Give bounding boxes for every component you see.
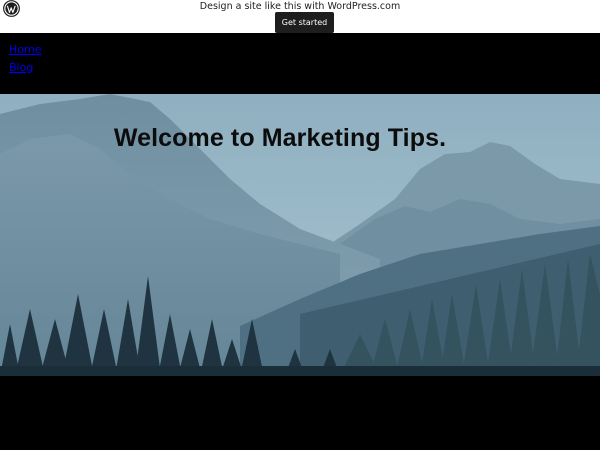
page-bottom-area [0, 376, 600, 450]
wpcom-promo-text: Design a site like this with WordPress.c… [199, 1, 401, 12]
hero-title: Welcome to Marketing Tips. [113, 124, 447, 152]
nav-link-blog[interactable]: Blog [9, 61, 33, 74]
wpcom-banner: Design a site like this with WordPress.c… [0, 0, 600, 33]
nav-link-home[interactable]: Home [9, 43, 41, 56]
hero-cover: Welcome to Marketing Tips. [0, 94, 600, 376]
get-started-button[interactable]: Get started [275, 12, 334, 33]
site-navigation: Home Blog [0, 33, 600, 94]
